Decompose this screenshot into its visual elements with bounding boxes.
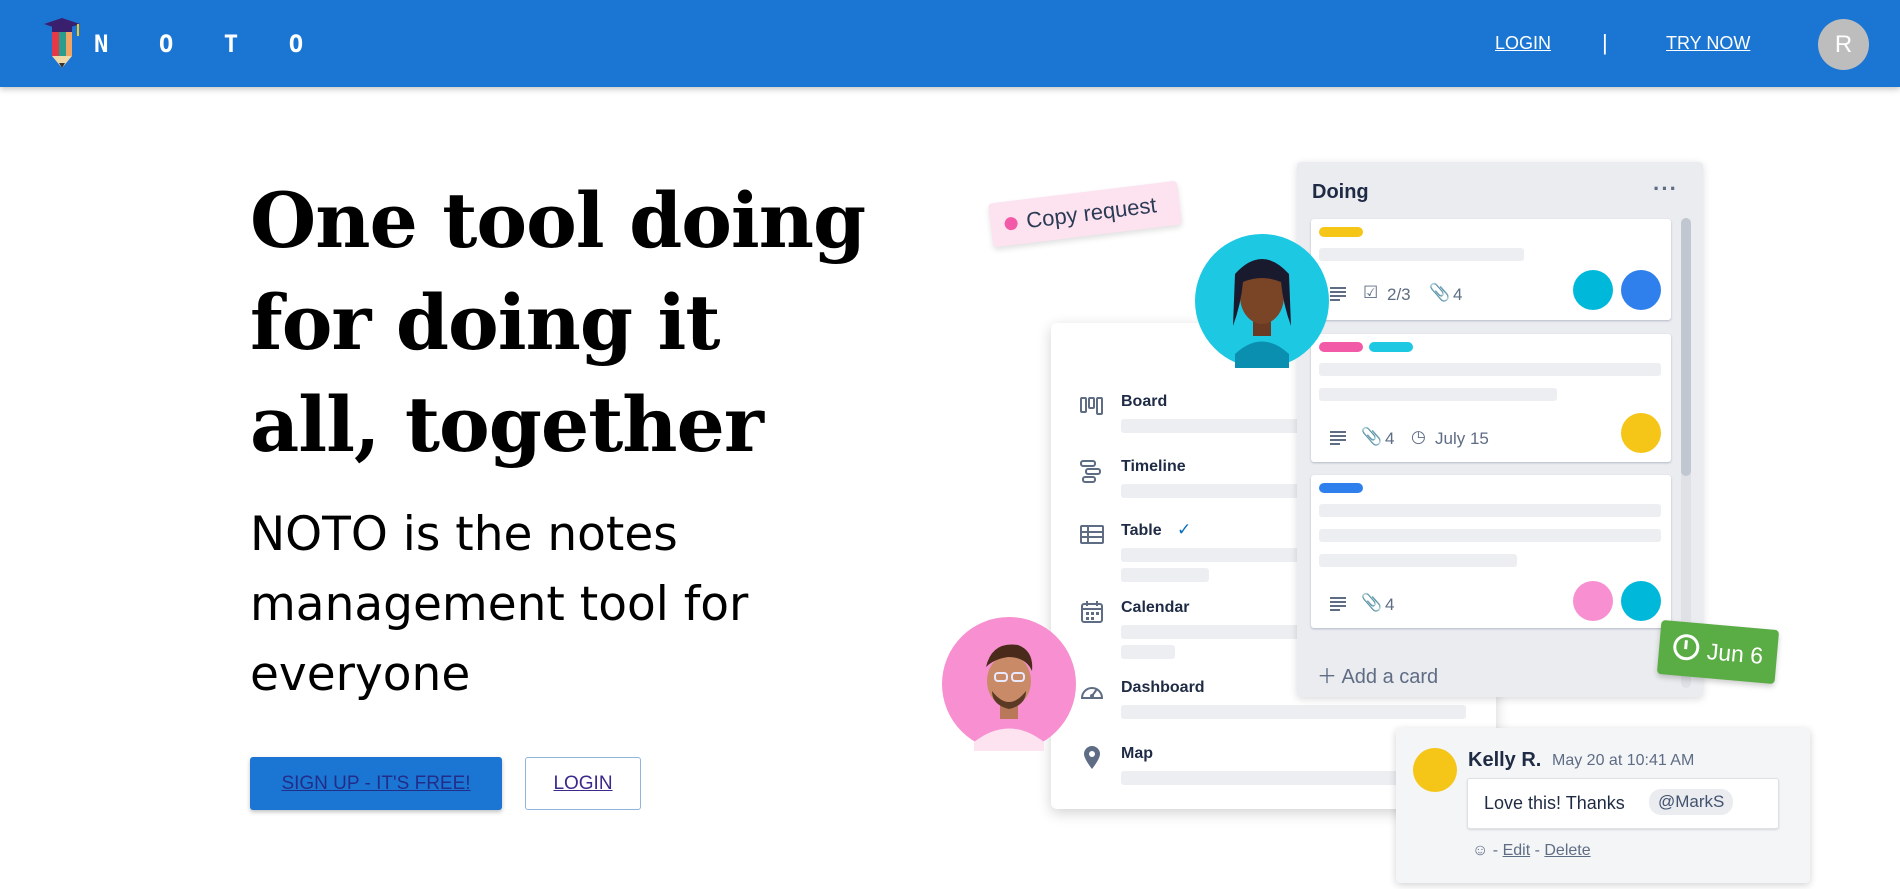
placeholder-bar	[1121, 625, 1301, 639]
comment-timestamp: May 20 at 10:41 AM	[1552, 752, 1695, 769]
comment-text: Love this! Thanks	[1484, 793, 1625, 813]
view-label-map: Map	[1121, 745, 1153, 762]
brand-name[interactable]: N O T O	[94, 30, 321, 58]
checklist-count: 2/3	[1387, 285, 1411, 304]
blue-label	[1319, 483, 1363, 493]
placeholder-bar	[1319, 504, 1661, 517]
member-avatar	[1573, 581, 1613, 621]
delete-comment-link[interactable]: Delete	[1544, 842, 1590, 859]
clock-icon	[1672, 633, 1701, 662]
placeholder-bar	[1121, 771, 1421, 785]
view-label-board: Board	[1121, 393, 1168, 410]
member-avatar	[1621, 413, 1661, 453]
pink-dot-icon	[1003, 216, 1019, 231]
hero-illustration: Copy request Board Timeline Table ✓ Cale…	[930, 150, 1820, 889]
edit-comment-link[interactable]: Edit	[1503, 842, 1531, 859]
clock-icon: ◷	[1411, 427, 1426, 446]
mention-chip[interactable]: @MarkS	[1649, 789, 1734, 815]
login-button[interactable]: LOGIN	[525, 757, 641, 810]
description-icon	[1330, 597, 1346, 611]
due-date-badge: Jun 6	[1656, 619, 1780, 685]
woman-avatar-illustration	[1195, 234, 1329, 368]
signup-button[interactable]: SIGN UP - IT'S FREE!	[250, 757, 502, 810]
man-avatar-illustration	[942, 617, 1076, 751]
placeholder-bar	[1319, 248, 1524, 261]
due-date-badge-label: Jun 6	[1705, 638, 1765, 669]
add-card-label: Add a card	[1341, 666, 1439, 688]
cyan-label	[1369, 342, 1413, 352]
task-card[interactable]: 📎 4 ◷ July 15	[1311, 334, 1671, 462]
member-avatar	[1621, 581, 1661, 621]
placeholder-bar	[1121, 484, 1301, 498]
comment-author: Kelly R.	[1468, 749, 1542, 771]
view-label-timeline: Timeline	[1121, 458, 1186, 475]
task-card[interactable]: ☑ 2/3 📎 4	[1311, 219, 1671, 320]
description-icon	[1330, 431, 1346, 445]
checkmark-icon: ✓	[1177, 520, 1192, 539]
view-label-calendar: Calendar	[1121, 599, 1190, 616]
nav-try-now-link[interactable]: TRY NOW	[1666, 33, 1750, 54]
more-options-icon[interactable]: ···	[1653, 176, 1678, 202]
placeholder-bar	[1121, 419, 1311, 433]
add-card-button[interactable]: ＋ Add a card	[1317, 660, 1438, 689]
task-card[interactable]: 📎 4	[1311, 475, 1671, 628]
user-avatar[interactable]: R	[1818, 19, 1869, 70]
pencil-graduation-logo-icon[interactable]	[40, 16, 84, 70]
doing-column: Doing ··· ☑ 2/3 📎 4 📎 4 ◷ July 15 📎 4 ＋ …	[1297, 162, 1703, 697]
nav-separator: |	[1602, 30, 1608, 55]
table-icon	[1080, 525, 1104, 544]
view-label-dashboard: Dashboard	[1121, 679, 1205, 696]
view-label-table: Table	[1121, 522, 1162, 539]
column-title: Doing	[1312, 181, 1369, 203]
copy-request-label: Copy request	[1024, 192, 1158, 234]
calendar-icon	[1081, 601, 1103, 623]
dashboard-icon	[1080, 687, 1104, 699]
attachment-count: 4	[1385, 595, 1395, 614]
placeholder-bar	[1319, 388, 1557, 401]
column-scrollbar-thumb[interactable]	[1681, 218, 1691, 476]
placeholder-bar	[1121, 705, 1466, 719]
attachment-icon: 📎	[1361, 427, 1383, 446]
placeholder-bar	[1121, 568, 1209, 582]
placeholder-bar	[1319, 363, 1661, 376]
map-pin-icon	[1084, 746, 1100, 769]
top-nav-bar: N O T O LOGIN | TRY NOW R	[0, 0, 1900, 87]
nav-login-link[interactable]: LOGIN	[1495, 33, 1551, 54]
description-icon	[1330, 287, 1346, 301]
timeline-icon	[1080, 460, 1101, 483]
attachment-icon: 📎	[1361, 593, 1383, 612]
copy-request-tag: Copy request	[988, 180, 1182, 248]
commenter-avatar	[1413, 748, 1457, 792]
placeholder-bar	[1319, 554, 1517, 567]
board-icon	[1080, 397, 1103, 415]
attachment-count: 4	[1453, 285, 1463, 304]
placeholder-bar	[1121, 548, 1301, 562]
hero-subtitle: NOTO is the notes management tool for ev…	[250, 507, 749, 702]
checklist-icon: ☑	[1363, 283, 1379, 302]
hero-title: One tool doing for doing it all, togethe…	[250, 176, 866, 469]
member-avatar	[1621, 270, 1661, 310]
emoji-reaction-icon[interactable]: ☺	[1472, 842, 1488, 859]
comment-text-box[interactable]: Love this! Thanks @MarkS	[1467, 778, 1779, 829]
comment-actions: ☺ - Edit - Delete	[1472, 842, 1591, 859]
due-date: July 15	[1435, 429, 1489, 448]
comment-card: Kelly R. May 20 at 10:41 AM Love this! T…	[1396, 728, 1810, 883]
member-avatar	[1573, 270, 1613, 310]
placeholder-bar	[1121, 645, 1175, 659]
placeholder-bar	[1319, 529, 1661, 542]
attachment-icon: 📎	[1429, 283, 1451, 302]
attachment-count: 4	[1385, 429, 1395, 448]
